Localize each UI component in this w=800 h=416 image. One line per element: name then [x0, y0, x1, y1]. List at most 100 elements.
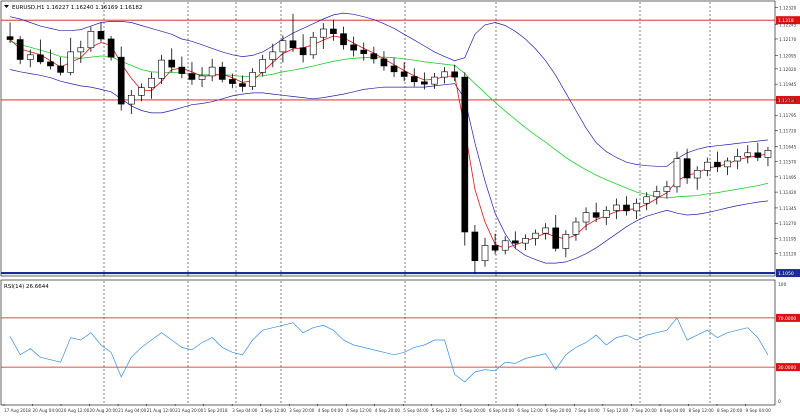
price-tick-label-9: 1.11645 [779, 144, 797, 149]
candle-body-23 [239, 83, 246, 87]
candle-body-24 [249, 72, 256, 87]
candle-body-4 [47, 61, 54, 67]
rsi-label: RSI(14) 26.6644 [4, 284, 49, 290]
candle-body-42 [431, 76, 438, 85]
price-tick-label-7: 1.11795 [779, 113, 797, 118]
price-tick-label-10: 1.11570 [779, 160, 797, 165]
symbol-info: EURUSD,H1 1.16227 1.16240 1.16169 1.1618… [12, 5, 142, 11]
candle-body-61 [623, 204, 630, 212]
time-label-7: 1 Sep 2018 [204, 408, 228, 413]
price-tick-label-11: 1.11495 [779, 175, 797, 180]
candle-body-8 [87, 31, 95, 49]
time-label-21: 7 Sep 12:00 [603, 408, 629, 413]
candle-body-43 [441, 71, 448, 78]
price-tick-label-5: 1.11945 [779, 82, 797, 87]
time-label-1: 20 Aug 04:00 [33, 408, 62, 413]
time-label-8: 3 Sep 04:00 [232, 408, 258, 413]
symbol-header: EURUSD,H1 1.16227 1.16240 1.16169 1.1618… [4, 5, 142, 11]
rsi-header: RSI(14) 26.6644 [4, 284, 49, 290]
candle-body-22 [229, 79, 236, 84]
candle-body-16 [168, 59, 176, 68]
time-label-5: 21 Aug 12:00 [147, 408, 176, 413]
candle-body-75 [764, 150, 772, 158]
candle-body-69 [703, 161, 711, 171]
candle-body-38 [390, 65, 398, 73]
candle-body-3 [37, 54, 44, 63]
candle-body-72 [734, 156, 741, 162]
candle-body-62 [633, 202, 640, 212]
time-label-23: 8 Sep 04:00 [660, 408, 686, 413]
time-label-16: 5 Sep 20:00 [460, 408, 486, 413]
candle-body-46 [471, 231, 479, 262]
price-tick-label-6: 1.11870 [779, 98, 797, 103]
time-label-15: 5 Sep 12:00 [432, 408, 458, 413]
time-label-0: 17 Aug 2018 [4, 408, 31, 413]
candle-body-65 [663, 186, 671, 192]
candle-body-39 [400, 71, 408, 77]
candle-body-6 [67, 51, 75, 73]
time-label-6: 21 Aug 20:00 [175, 408, 204, 413]
time-label-3: 20 Aug 20:00 [90, 408, 119, 413]
candle-body-7 [77, 47, 85, 53]
candle-body-17 [178, 66, 186, 74]
candle-body-71 [724, 160, 731, 168]
candle-body-9 [97, 31, 105, 40]
candle-body-45 [461, 76, 469, 233]
rsi-axis-label-2: 30.0000 [778, 365, 796, 371]
rsi-axis-label-3: 0 [778, 399, 781, 405]
time-label-12: 4 Sep 12:00 [346, 408, 372, 413]
candle-body-33 [340, 33, 347, 46]
candle-body-66 [673, 158, 681, 188]
candle-body-70 [714, 161, 721, 168]
candle-body-31 [319, 28, 327, 38]
time-label-17: 6 Sep 04:00 [489, 408, 515, 413]
candle-body-34 [350, 44, 357, 51]
price-tick-label-12: 1.11420 [779, 190, 797, 195]
candle-body-50 [511, 240, 519, 244]
candle-body-68 [693, 170, 701, 179]
price-level-label-2: 1.1050 [778, 271, 794, 277]
candle-body-44 [451, 71, 459, 78]
price-tick-label-3: 1.12095 [779, 53, 797, 58]
candle-body-21 [218, 66, 226, 80]
candle-body-30 [309, 36, 317, 56]
time-label-19: 6 Sep 20:00 [546, 408, 572, 413]
candle-body-29 [299, 47, 307, 56]
price-tick-label-1: 1.12245 [779, 22, 797, 27]
candle-body-2 [26, 54, 34, 60]
price-tick-label-0: 1.12320 [779, 5, 797, 10]
candle-body-10 [107, 38, 115, 58]
time-label-24: 8 Sep 12:00 [688, 408, 714, 413]
candle-body-55 [562, 234, 570, 249]
rsi-axis-label-0: 100 [778, 282, 787, 288]
price-tick-label-16: 1.11120 [779, 252, 797, 257]
time-label-9: 3 Sep 12:00 [261, 408, 287, 413]
candle-body-1 [16, 39, 24, 60]
candle-body-15 [158, 59, 165, 79]
price-tick-label-14: 1.11270 [779, 221, 797, 226]
candle-45 [461, 72, 469, 246]
candle-body-54 [552, 227, 560, 249]
candle-body-12 [127, 94, 135, 105]
candle-body-51 [522, 238, 529, 244]
candle-body-32 [330, 28, 337, 34]
candle-body-57 [582, 212, 590, 223]
price-tick-label-15: 1.11195 [779, 236, 797, 241]
price-tick-label-4: 1.12020 [779, 67, 797, 72]
time-label-25: 8 Sep 20:00 [717, 408, 743, 413]
candle-body-52 [532, 232, 539, 239]
time-label-20: 7 Sep 04:00 [574, 408, 600, 413]
candle-body-40 [410, 76, 418, 83]
candle-body-18 [188, 73, 196, 80]
candle-body-37 [380, 58, 388, 67]
chart-root: 1.13181.12131.10501.123201.122451.121701… [0, 0, 800, 416]
candle-body-28 [289, 40, 297, 49]
price-tick-label-13: 1.11345 [779, 206, 797, 211]
time-label-22: 7 Sep 20:00 [631, 408, 657, 413]
time-label-18: 6 Sep 12:00 [517, 408, 543, 413]
candle-body-63 [643, 196, 651, 204]
time-label-11: 4 Sep 04:00 [318, 408, 344, 413]
candle-body-5 [57, 65, 64, 73]
price-tick-label-8: 1.11720 [779, 128, 797, 133]
candle-body-58 [592, 212, 600, 218]
